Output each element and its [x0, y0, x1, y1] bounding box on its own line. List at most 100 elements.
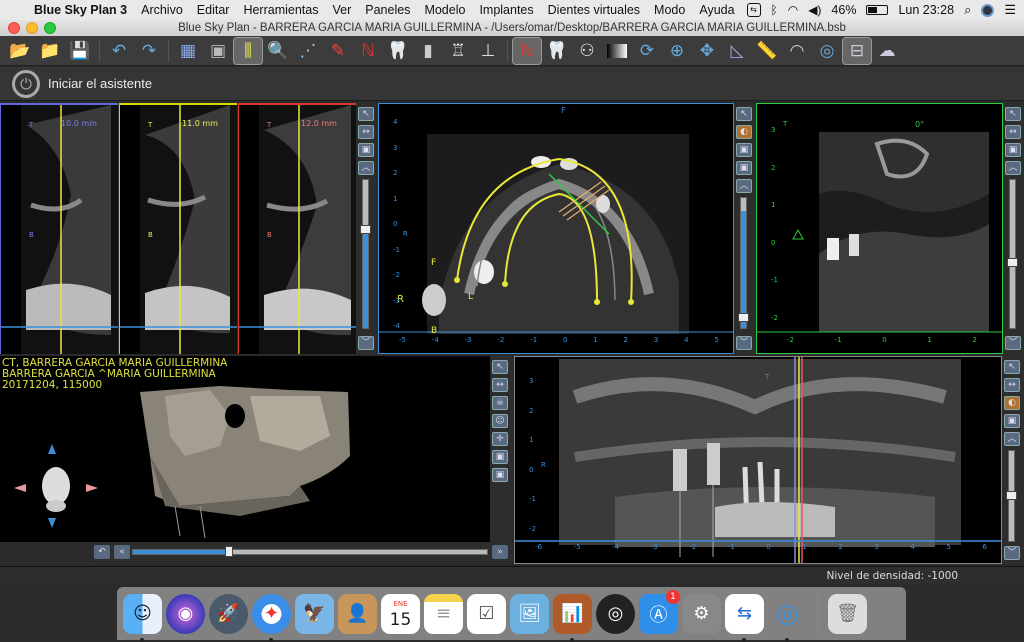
- pan-tool-button[interactable]: ↔: [1004, 378, 1020, 392]
- system-preferences-icon[interactable]: ⚙: [682, 593, 721, 634]
- pan-tool-button[interactable]: ↔: [358, 125, 374, 139]
- rotate-3d-button[interactable]: ✛: [492, 432, 508, 446]
- view-mode-button[interactable]: ▣: [736, 143, 752, 157]
- wizard-label[interactable]: Iniciar el asistente: [48, 76, 152, 91]
- volume-icon[interactable]: ◀): [808, 3, 821, 17]
- view-mode-2-button[interactable]: ▣: [492, 468, 508, 482]
- siri-icon[interactable]: ◉: [166, 593, 205, 634]
- battery-icon[interactable]: [866, 5, 889, 15]
- nerve-draw-icon[interactable]: ✎: [324, 38, 352, 64]
- save-icon[interactable]: 💾: [66, 38, 94, 64]
- redo-icon[interactable]: ↷: [135, 38, 163, 64]
- notes-icon[interactable]: ≡: [424, 593, 463, 634]
- maximize-window-button[interactable]: [44, 22, 56, 34]
- calendar-icon[interactable]: ENE 15: [381, 593, 420, 634]
- panoramic-slider[interactable]: [1006, 450, 1017, 542]
- scroll-up-button[interactable]: ︿: [736, 179, 752, 193]
- power-icon[interactable]: ⏻: [12, 69, 40, 98]
- view-mode-2-button[interactable]: ▣: [736, 161, 752, 175]
- menu-herramientas[interactable]: Herramientas: [243, 3, 318, 17]
- bluetooth-icon[interactable]: ᛒ: [771, 3, 778, 17]
- curve-draw-icon[interactable]: ⋰: [294, 38, 322, 64]
- spiral-icon[interactable]: ◎: [813, 38, 841, 64]
- step-back-button[interactable]: «: [114, 545, 130, 559]
- settings-panel-icon[interactable]: ⊟: [842, 36, 872, 65]
- cursor-tool-button[interactable]: ↖: [736, 107, 752, 121]
- face-view-button[interactable]: ☺: [492, 414, 508, 428]
- finder-icon[interactable]: ☺: [123, 593, 162, 642]
- orientation-button[interactable]: ◐: [1004, 396, 1020, 410]
- scroll-up-button[interactable]: ︿: [358, 161, 374, 175]
- slider-thumb[interactable]: [360, 225, 371, 234]
- user-avatar-icon[interactable]: [981, 3, 995, 17]
- zoom-in-icon[interactable]: ⊕: [663, 38, 691, 64]
- scroll-up-button[interactable]: ︿: [1004, 432, 1020, 446]
- pan-tool-button[interactable]: ↔: [492, 378, 508, 392]
- blue-sky-plan-icon[interactable]: ◎: [768, 594, 807, 642]
- close-window-button[interactable]: [8, 22, 20, 34]
- trash-icon[interactable]: 🗑: [828, 593, 867, 634]
- slider-thumb[interactable]: [1006, 491, 1017, 500]
- scroll-down-button[interactable]: ﹀: [1004, 546, 1020, 560]
- nerve-mode-icon[interactable]: ℕ: [512, 36, 542, 65]
- axial-view[interactable]: F F L R B R -5 -4 -3 -2 -1 0 1 2 3 4 5 4 3 2 1 0 -1 -2 -3…: [378, 103, 734, 354]
- sliders-icon[interactable]: ⫼: [233, 36, 263, 65]
- volume-3d-view[interactable]: CT, BARRERA GARCIA MARIA GUILLERMINA BAR…: [0, 356, 490, 542]
- protractor-icon[interactable]: ◠: [783, 38, 811, 64]
- cursor-tool-button[interactable]: ↖: [1005, 107, 1021, 121]
- sagittal-slider[interactable]: [1007, 179, 1018, 329]
- menu-editar[interactable]: Editar: [197, 3, 230, 17]
- app-name-menu[interactable]: Blue Sky Plan 3: [34, 3, 127, 17]
- cloud-upload-icon[interactable]: ☁: [873, 38, 901, 64]
- menu-implantes[interactable]: Implantes: [479, 3, 533, 17]
- zoom-tool-icon[interactable]: 🔍: [264, 38, 292, 64]
- menu-archivo[interactable]: Archivo: [141, 3, 183, 17]
- implant-tool-icon[interactable]: ▮: [414, 38, 442, 64]
- panoramic-view[interactable]: T R -6 -5 -4 -3 -2 -1 0 1 2 3 4 5 6 3 2 1 0 -1 -2: [514, 356, 1002, 564]
- teamviewer-icon[interactable]: ⇆: [725, 593, 764, 642]
- cross-section-slider[interactable]: [360, 179, 371, 329]
- photo-booth-icon[interactable]: ◎: [596, 593, 635, 634]
- reset-view-button[interactable]: ↶: [94, 545, 110, 559]
- view-mode-button[interactable]: ▣: [358, 143, 374, 157]
- scroll-down-button[interactable]: ﹀: [736, 336, 752, 350]
- contacts-icon[interactable]: 👤: [338, 593, 377, 634]
- menu-modelo[interactable]: Modelo: [424, 3, 465, 17]
- pan-tool-button[interactable]: ↔: [1005, 125, 1021, 139]
- undo-icon[interactable]: ↶: [105, 38, 133, 64]
- menu-ver[interactable]: Ver: [332, 3, 351, 17]
- rotate-icon[interactable]: ⟳: [633, 38, 661, 64]
- open-project-icon[interactable]: 📁: [36, 38, 64, 64]
- wifi-icon[interactable]: ◠: [788, 3, 798, 17]
- presentation-app-icon[interactable]: 📊: [553, 593, 592, 642]
- scroll-down-button[interactable]: ﹀: [1005, 336, 1021, 350]
- app-store-icon[interactable]: Ⓐ 1: [639, 589, 680, 634]
- orientation-button[interactable]: ◐: [736, 125, 752, 139]
- measure-icon[interactable]: ⊥: [474, 38, 502, 64]
- pan-icon[interactable]: ✥: [693, 38, 721, 64]
- contrast-gradient-icon[interactable]: [603, 38, 631, 64]
- axial-slider[interactable]: [738, 197, 749, 329]
- cursor-tool-button[interactable]: ↖: [1004, 360, 1020, 374]
- reminders-icon[interactable]: ☑: [467, 593, 506, 634]
- layout-grid-icon[interactable]: ▦: [174, 38, 202, 64]
- view-mode-button[interactable]: ▣: [492, 450, 508, 464]
- menu-paneles[interactable]: Paneles: [365, 3, 410, 17]
- teeth-group-icon[interactable]: ⚇: [573, 38, 601, 64]
- nerve-tool-icon[interactable]: ℕ: [354, 38, 382, 64]
- notification-center-icon[interactable]: ☰: [1004, 2, 1016, 18]
- view-mode-button[interactable]: ▣: [1005, 143, 1021, 157]
- sagittal-view[interactable]: T 0° -2 -1 0 1 2 3 2 1 0 -1 -2: [756, 103, 1003, 354]
- mail-icon[interactable]: 🦅: [295, 593, 334, 634]
- slider-thumb[interactable]: [738, 313, 749, 322]
- step-forward-button[interactable]: »: [492, 545, 508, 559]
- menu-modo[interactable]: Modo: [654, 3, 685, 17]
- menu-dientes-virtuales[interactable]: Dientes virtuales: [548, 3, 640, 17]
- histogram-icon[interactable]: ◺: [723, 38, 751, 64]
- cursor-tool-button[interactable]: ↖: [358, 107, 374, 121]
- menu-ayuda[interactable]: Ayuda: [699, 3, 734, 17]
- new-project-icon[interactable]: 📂: [6, 38, 34, 64]
- skull-view-button[interactable]: ☠: [492, 396, 508, 410]
- view-mode-button[interactable]: ▣: [1004, 414, 1020, 428]
- search-icon[interactable]: ⌕: [964, 2, 971, 18]
